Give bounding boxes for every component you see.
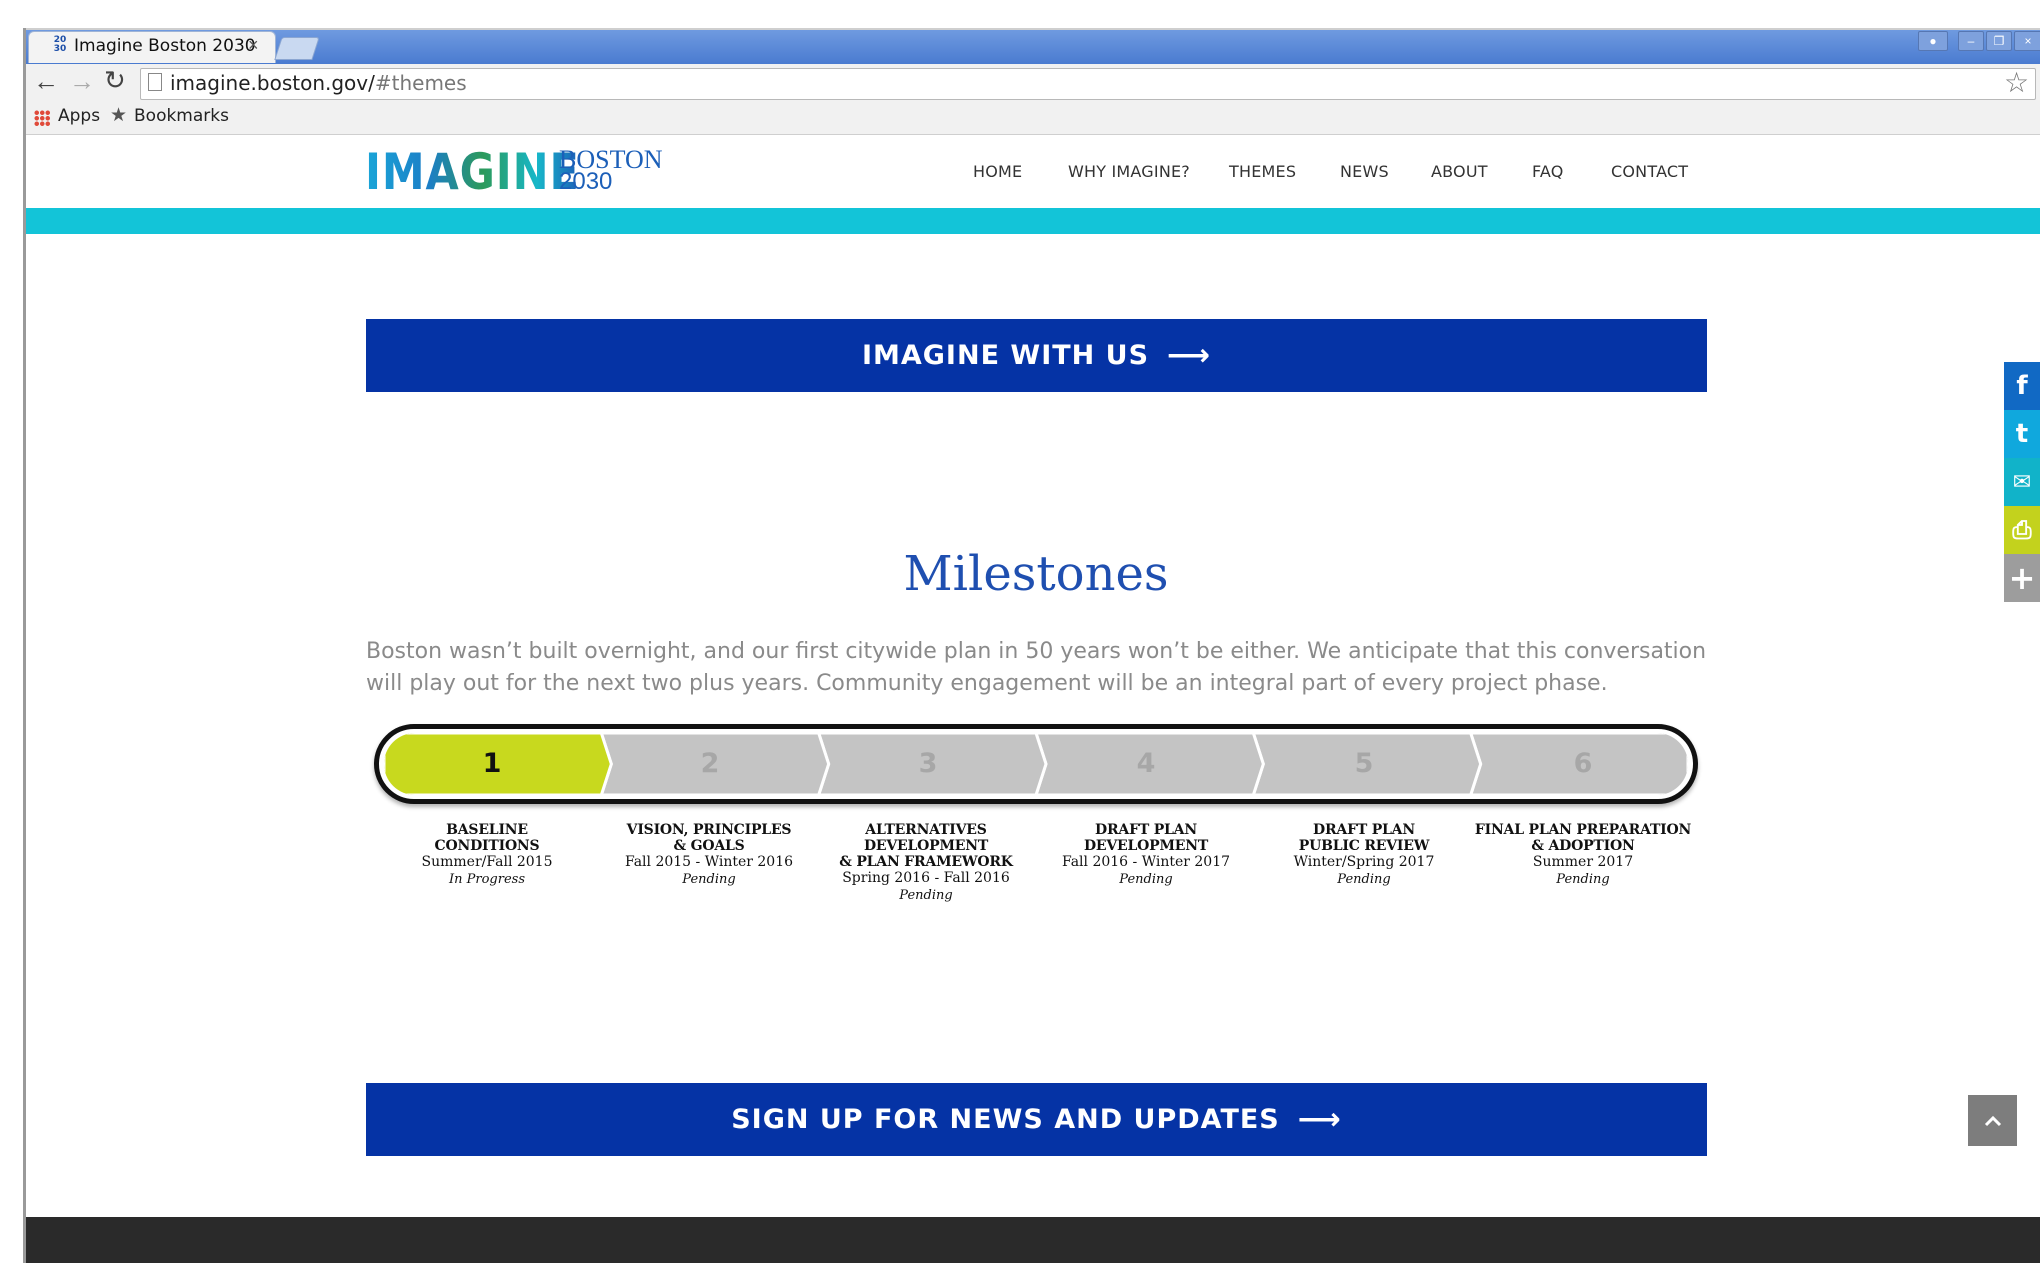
tab-title: Imagine Boston 2030: [74, 36, 256, 56]
stage-number-1: 1: [482, 748, 502, 779]
back-arrow-icon[interactable]: ←: [33, 66, 59, 97]
stage-status: Pending: [682, 872, 736, 887]
new-tab-button[interactable]: [274, 37, 320, 60]
stage-title-line: DRAFT PLAN: [1095, 822, 1197, 838]
stage-title-line: ALTERNATIVES DEVELOPMENT: [863, 822, 989, 854]
stage-title-line: & PLAN FRAMEWORK: [839, 854, 1013, 870]
stage-6: FINAL PLAN PREPARATION & ADOPTION Summer…: [1473, 822, 1693, 888]
apps-grid-icon[interactable]: [34, 110, 50, 126]
nav-about[interactable]: ABOUT: [1431, 162, 1488, 181]
stage-dates: Fall 2016 - Winter 2017: [1061, 854, 1231, 870]
star-icon: ★: [110, 105, 128, 126]
logo-year[interactable]: 2030: [559, 170, 612, 194]
stage-title-line: VISION, PRINCIPLES: [626, 822, 792, 838]
chevron-up-icon: [1984, 1115, 2001, 1126]
logo-imagine[interactable]: IMAGINE: [365, 143, 580, 201]
imagine-with-us-label: IMAGINE WITH US: [861, 340, 1150, 371]
nav-home[interactable]: HOME: [973, 162, 1022, 181]
sign-up-label: SIGN UP FOR NEWS AND UPDATES: [731, 1104, 1280, 1135]
stage-3: ALTERNATIVES DEVELOPMENT & PLAN FRAMEWOR…: [806, 822, 1046, 904]
stage-4: DRAFT PLAN DEVELOPMENT Fall 2016 - Winte…: [1036, 822, 1256, 888]
stage-1: BASELINE CONDITIONS Summer/Fall 2015 In …: [377, 822, 597, 888]
stage-status: Pending: [899, 888, 953, 903]
milestones-title: Milestones: [903, 546, 1169, 602]
stage-2: VISION, PRINCIPLES & GOALS Fall 2015 - W…: [599, 822, 819, 888]
stage-number-2: 2: [700, 748, 720, 779]
stage-title-line: DEVELOPMENT: [1083, 838, 1209, 854]
stage-dates: Spring 2016 - Fall 2016: [842, 870, 1010, 886]
sign-up-button[interactable]: SIGN UP FOR NEWS AND UPDATES ⟶: [366, 1083, 1707, 1156]
milestone-stages-graphic: [384, 733, 1688, 795]
stage-status: Pending: [1337, 872, 1391, 887]
bookmark-bookmarks[interactable]: Bookmarks: [134, 106, 229, 126]
twitter-icon[interactable]: t: [2004, 410, 2040, 458]
tab-favicon: 20 30: [53, 35, 67, 54]
nav-faq[interactable]: FAQ: [1532, 162, 1564, 181]
bookmark-star-icon[interactable]: ☆: [2004, 66, 2029, 99]
email-icon[interactable]: ✉: [2004, 458, 2040, 506]
arrow-right-icon: ⟶: [1297, 1102, 1342, 1137]
stage-number-4: 4: [1136, 748, 1156, 779]
bookmark-apps[interactable]: Apps: [58, 106, 100, 126]
accent-band: [26, 208, 2040, 234]
stage-title-line: & GOALS: [673, 838, 745, 854]
forward-arrow-icon[interactable]: →: [69, 66, 95, 97]
stage-title-line: FINAL PLAN PREPARATION: [1474, 822, 1692, 838]
bookmarks-bar: [26, 102, 2040, 135]
close-window-icon[interactable]: ×: [2014, 31, 2040, 51]
stage-dates: Winter/Spring 2017: [1293, 854, 1435, 870]
stage-number-6: 6: [1573, 748, 1593, 779]
print-icon[interactable]: ⎙: [2004, 506, 2040, 554]
screen-top-gap: [0, 0, 2040, 28]
stage-status: Pending: [1556, 872, 1610, 887]
facebook-icon[interactable]: f: [2004, 362, 2040, 410]
nav-news[interactable]: NEWS: [1340, 162, 1389, 181]
nav-contact[interactable]: CONTACT: [1611, 162, 1688, 181]
stage-title-line: BASELINE: [446, 822, 528, 838]
site-header: [26, 135, 2040, 208]
stage-number-3: 3: [918, 748, 938, 779]
stage-status: Pending: [1119, 872, 1173, 887]
stage-title-line: CONDITIONS: [434, 838, 540, 854]
nav-themes[interactable]: THEMES: [1229, 162, 1296, 181]
stage-title-line: & ADOPTION: [1531, 838, 1635, 854]
back-to-top-button[interactable]: [1968, 1095, 2017, 1146]
more-icon[interactable]: +: [2004, 554, 2040, 602]
minimize-icon[interactable]: –: [1958, 31, 1984, 51]
site-footer: [26, 1217, 2040, 1263]
tab-close-icon[interactable]: ×: [248, 35, 259, 56]
stage-title-line: DRAFT PLAN: [1313, 822, 1415, 838]
url-path: #themes: [374, 71, 467, 95]
nav-why-imagine[interactable]: WHY IMAGINE?: [1068, 162, 1190, 181]
milestones-intro: Boston wasn’t built overnight, and our f…: [366, 639, 1707, 696]
page-icon: [148, 73, 162, 91]
profile-icon[interactable]: ●: [1918, 31, 1948, 51]
tab-strip: [26, 28, 2040, 64]
arrow-right-icon: ⟶: [1167, 338, 1212, 373]
stage-5: DRAFT PLAN PUBLIC REVIEW Winter/Spring 2…: [1254, 822, 1474, 888]
imagine-with-us-button[interactable]: IMAGINE WITH US ⟶: [366, 319, 1707, 392]
stage-status: In Progress: [448, 872, 525, 887]
reload-icon[interactable]: ↻: [104, 65, 126, 96]
stage-dates: Summer/Fall 2015: [421, 854, 553, 870]
url-text[interactable]: imagine.boston.gov/#themes: [170, 71, 467, 95]
stage-dates: Summer 2017: [1532, 854, 1634, 870]
restore-icon[interactable]: ❐: [1986, 31, 2012, 51]
stage-title-line: PUBLIC REVIEW: [1298, 838, 1430, 854]
stage-number-5: 5: [1354, 748, 1374, 779]
stage-dates: Fall 2015 - Winter 2016: [624, 854, 794, 870]
url-host: imagine.boston.gov/: [170, 71, 375, 95]
